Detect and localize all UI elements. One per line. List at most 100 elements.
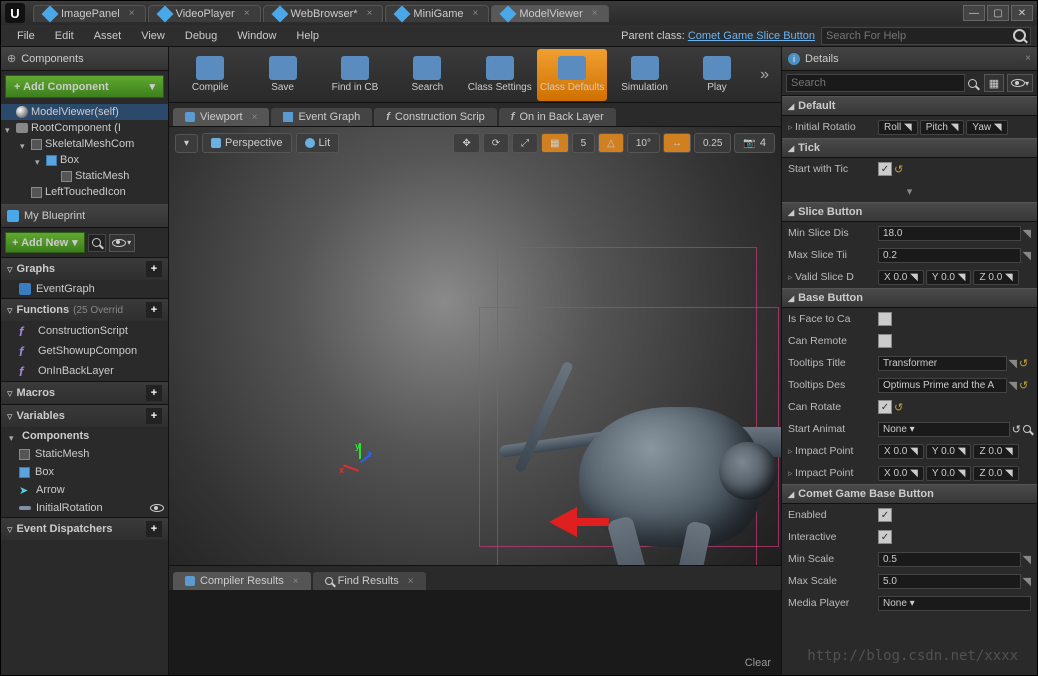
menu-view[interactable]: View bbox=[131, 27, 175, 45]
property-value[interactable]: X 0.0 ◥Y 0.0 ◥Z 0.0 ◥ bbox=[878, 466, 1031, 481]
property-value[interactable]: ✓↺ bbox=[878, 400, 1031, 414]
expand-caret-icon[interactable] bbox=[5, 124, 13, 132]
document-tab[interactable]: WebBrowser*× bbox=[263, 5, 384, 22]
blueprint-item[interactable]: fGetShowupCompon bbox=[1, 341, 168, 361]
property-value[interactable]: X 0.0 ◥Y 0.0 ◥Z 0.0 ◥ bbox=[878, 444, 1031, 459]
expand-row[interactable]: ▾ bbox=[782, 180, 1037, 202]
spinner-icon[interactable]: ◥ bbox=[1009, 357, 1017, 370]
checkbox[interactable]: ✓ bbox=[878, 530, 892, 544]
bottom-tab-compiler-results[interactable]: Compiler Results× bbox=[173, 572, 311, 590]
vector-component[interactable]: Yaw ◥ bbox=[966, 120, 1007, 135]
vector-component[interactable]: Y 0.0 ◥ bbox=[926, 466, 972, 481]
visibility-filter-button[interactable]: ▾ bbox=[109, 234, 135, 252]
document-tab[interactable]: VideoPlayer× bbox=[148, 5, 261, 22]
variable-item[interactable]: Box bbox=[1, 463, 168, 481]
add-component-button[interactable]: + Add Component▾ bbox=[5, 75, 164, 98]
component-tree-item[interactable]: Box bbox=[1, 152, 168, 168]
grid-snap-value[interactable]: 5 bbox=[572, 133, 596, 153]
expand-caret-icon[interactable] bbox=[35, 156, 43, 164]
maximize-button[interactable]: ▢ bbox=[987, 5, 1009, 21]
section-variables[interactable]: Variables+ bbox=[1, 404, 168, 427]
checkbox[interactable]: ✓ bbox=[878, 400, 892, 414]
vector-component[interactable]: Y 0.0 ◥ bbox=[926, 270, 972, 285]
close-button[interactable]: ✕ bbox=[1011, 5, 1033, 21]
spinner-icon[interactable]: ◥ bbox=[1023, 575, 1031, 588]
checkbox[interactable] bbox=[878, 334, 892, 348]
variables-subheader[interactable]: Components bbox=[1, 427, 168, 445]
category-tick[interactable]: Tick bbox=[782, 138, 1037, 158]
scale-snap-value[interactable]: 0.25 bbox=[694, 133, 731, 153]
blueprint-item[interactable]: fConstructionScript bbox=[1, 321, 168, 341]
variable-item[interactable]: InitialRotation bbox=[1, 499, 168, 517]
menu-file[interactable]: File bbox=[7, 27, 45, 45]
close-tab-icon[interactable]: × bbox=[367, 8, 373, 19]
collapse-icon[interactable]: ⊕ bbox=[7, 52, 16, 65]
add-item-button[interactable]: + bbox=[146, 302, 162, 318]
scale-mode-button[interactable]: ⤢ bbox=[512, 133, 538, 153]
menu-help[interactable]: Help bbox=[286, 27, 329, 45]
spinner-icon[interactable]: ◥ bbox=[1023, 553, 1031, 566]
text-input[interactable]: Transformer bbox=[878, 356, 1007, 371]
category-base-button[interactable]: Base Button bbox=[782, 288, 1037, 308]
document-tab[interactable]: MiniGame× bbox=[385, 5, 489, 22]
help-search[interactable] bbox=[821, 27, 1031, 45]
property-value[interactable]: None ▾ bbox=[878, 596, 1031, 611]
details-search-input[interactable] bbox=[786, 74, 965, 92]
search-icon[interactable] bbox=[1023, 425, 1031, 433]
property-value[interactable]: 5.0◥ bbox=[878, 574, 1031, 589]
expand-caret-icon[interactable] bbox=[20, 140, 28, 148]
checkbox[interactable]: ✓ bbox=[878, 162, 892, 176]
reset-to-default-icon[interactable]: ↺ bbox=[894, 401, 906, 413]
text-input[interactable]: 0.2 bbox=[878, 248, 1021, 263]
category-comet-game-base-button[interactable]: Comet Game Base Button bbox=[782, 484, 1037, 504]
rotate-mode-button[interactable]: ⟳ bbox=[483, 133, 509, 153]
reset-to-default-icon[interactable]: ↺ bbox=[894, 163, 906, 175]
visibility-icon[interactable] bbox=[150, 504, 164, 512]
menu-debug[interactable]: Debug bbox=[175, 27, 227, 45]
spinner-icon[interactable]: ◥ bbox=[1009, 379, 1017, 392]
menu-window[interactable]: Window bbox=[227, 27, 286, 45]
variable-item[interactable]: ➤Arrow bbox=[1, 481, 168, 499]
toolbar-find-in-cb[interactable]: Find in CB bbox=[320, 49, 390, 101]
document-tab[interactable]: ModelViewer× bbox=[491, 5, 608, 22]
vector-component[interactable]: X 0.0 ◥ bbox=[878, 466, 924, 481]
text-input[interactable]: Optimus Prime and the A bbox=[878, 378, 1007, 393]
angle-snap-button[interactable]: △ bbox=[598, 133, 624, 153]
property-value[interactable] bbox=[878, 334, 1031, 348]
vector-component[interactable]: Y 0.0 ◥ bbox=[926, 444, 972, 459]
camera-speed-button[interactable]: 📷 4 bbox=[734, 133, 775, 153]
property-value[interactable]: 18.0◥ bbox=[878, 226, 1031, 241]
toolbar-save[interactable]: Save bbox=[247, 49, 317, 101]
component-tree-item[interactable]: LeftTouchedIcon bbox=[1, 184, 168, 200]
reset-to-default-icon[interactable]: ↺ bbox=[1019, 379, 1031, 391]
help-search-input[interactable] bbox=[826, 30, 1009, 42]
section-functions[interactable]: Functions (25 Overrid+ bbox=[1, 298, 168, 321]
variable-item[interactable]: StaticMesh bbox=[1, 445, 168, 463]
spinner-icon[interactable]: ◥ bbox=[1023, 249, 1031, 262]
parent-class-link[interactable]: Comet Game Slice Button bbox=[688, 30, 815, 42]
property-value[interactable]: Roll ◥Pitch ◥Yaw ◥ bbox=[878, 120, 1031, 135]
blueprint-item[interactable]: fOnInBackLayer bbox=[1, 361, 168, 381]
property-value[interactable]: ✓ bbox=[878, 508, 1031, 522]
details-visibility-button[interactable]: ▾ bbox=[1007, 74, 1033, 92]
toolbar-overflow[interactable]: » bbox=[754, 66, 775, 84]
vector-component[interactable]: Z 0.0 ◥ bbox=[973, 444, 1018, 459]
property-value[interactable]: Transformer◥↺ bbox=[878, 356, 1031, 371]
toolbar-compile[interactable]: Compile bbox=[175, 49, 245, 101]
reset-icon[interactable]: ↺ bbox=[1012, 423, 1021, 436]
bottom-tab-find-results[interactable]: Find Results× bbox=[313, 572, 426, 590]
property-value[interactable]: Optimus Prime and the A◥↺ bbox=[878, 378, 1031, 393]
close-panel-icon[interactable]: × bbox=[1025, 53, 1031, 64]
subtab-on-in-back-layer[interactable]: fOn in Back Layer bbox=[499, 108, 616, 126]
blueprint-search-button[interactable] bbox=[88, 234, 106, 252]
vector-component[interactable]: Z 0.0 ◥ bbox=[973, 270, 1018, 285]
vector-component[interactable]: Roll ◥ bbox=[878, 120, 918, 135]
toolbar-simulation[interactable]: Simulation bbox=[609, 49, 679, 101]
property-value[interactable] bbox=[878, 312, 1031, 326]
toolbar-search[interactable]: Search bbox=[392, 49, 462, 101]
combo-input[interactable]: None ▾ bbox=[878, 596, 1031, 611]
close-tab-icon[interactable]: × bbox=[293, 576, 299, 587]
property-matrix-button[interactable]: ▦ bbox=[984, 74, 1004, 92]
close-tab-icon[interactable]: × bbox=[244, 8, 250, 19]
vector-component[interactable]: X 0.0 ◥ bbox=[878, 270, 924, 285]
